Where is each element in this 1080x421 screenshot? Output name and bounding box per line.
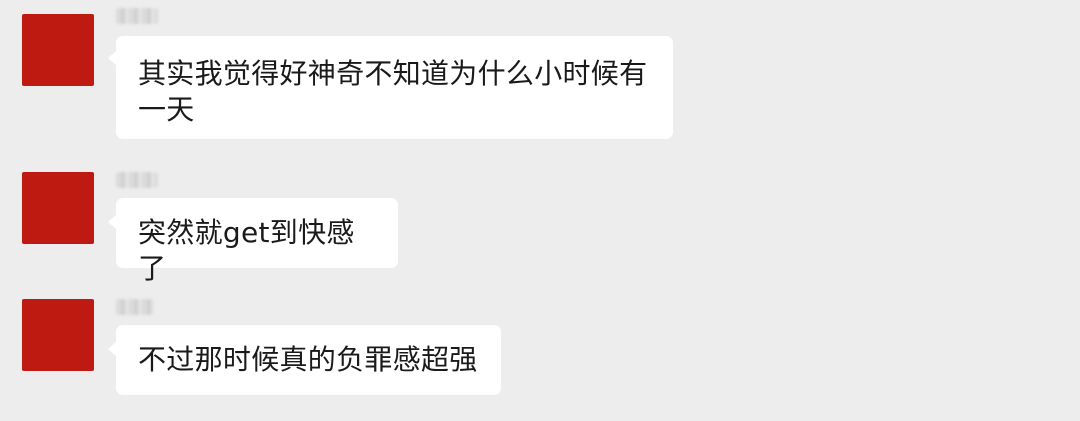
message-bubble[interactable]: 突然就get到快感了 [116,198,398,285]
message-text: 不过那时候真的负罪感超强 [138,343,478,376]
message-bubble[interactable]: 不过那时候真的负罪感超强 [116,325,501,395]
sender-name-blurred [116,299,154,315]
sender-name-blurred [116,172,158,188]
message-bubble[interactable]: 其实我觉得好神奇不知道为什么小时候有一天 [116,36,673,139]
message-text: 突然就get到快感了 [138,216,355,285]
avatar[interactable] [22,172,94,244]
message-text: 其实我觉得好神奇不知道为什么小时候有一天 [138,57,648,126]
sender-name-blurred [116,8,158,24]
chat-log: 其实我觉得好神奇不知道为什么小时候有一天 突然就get到快感了 不过那时候真的负… [0,0,1080,421]
avatar[interactable] [22,14,94,86]
avatar[interactable] [22,299,94,371]
